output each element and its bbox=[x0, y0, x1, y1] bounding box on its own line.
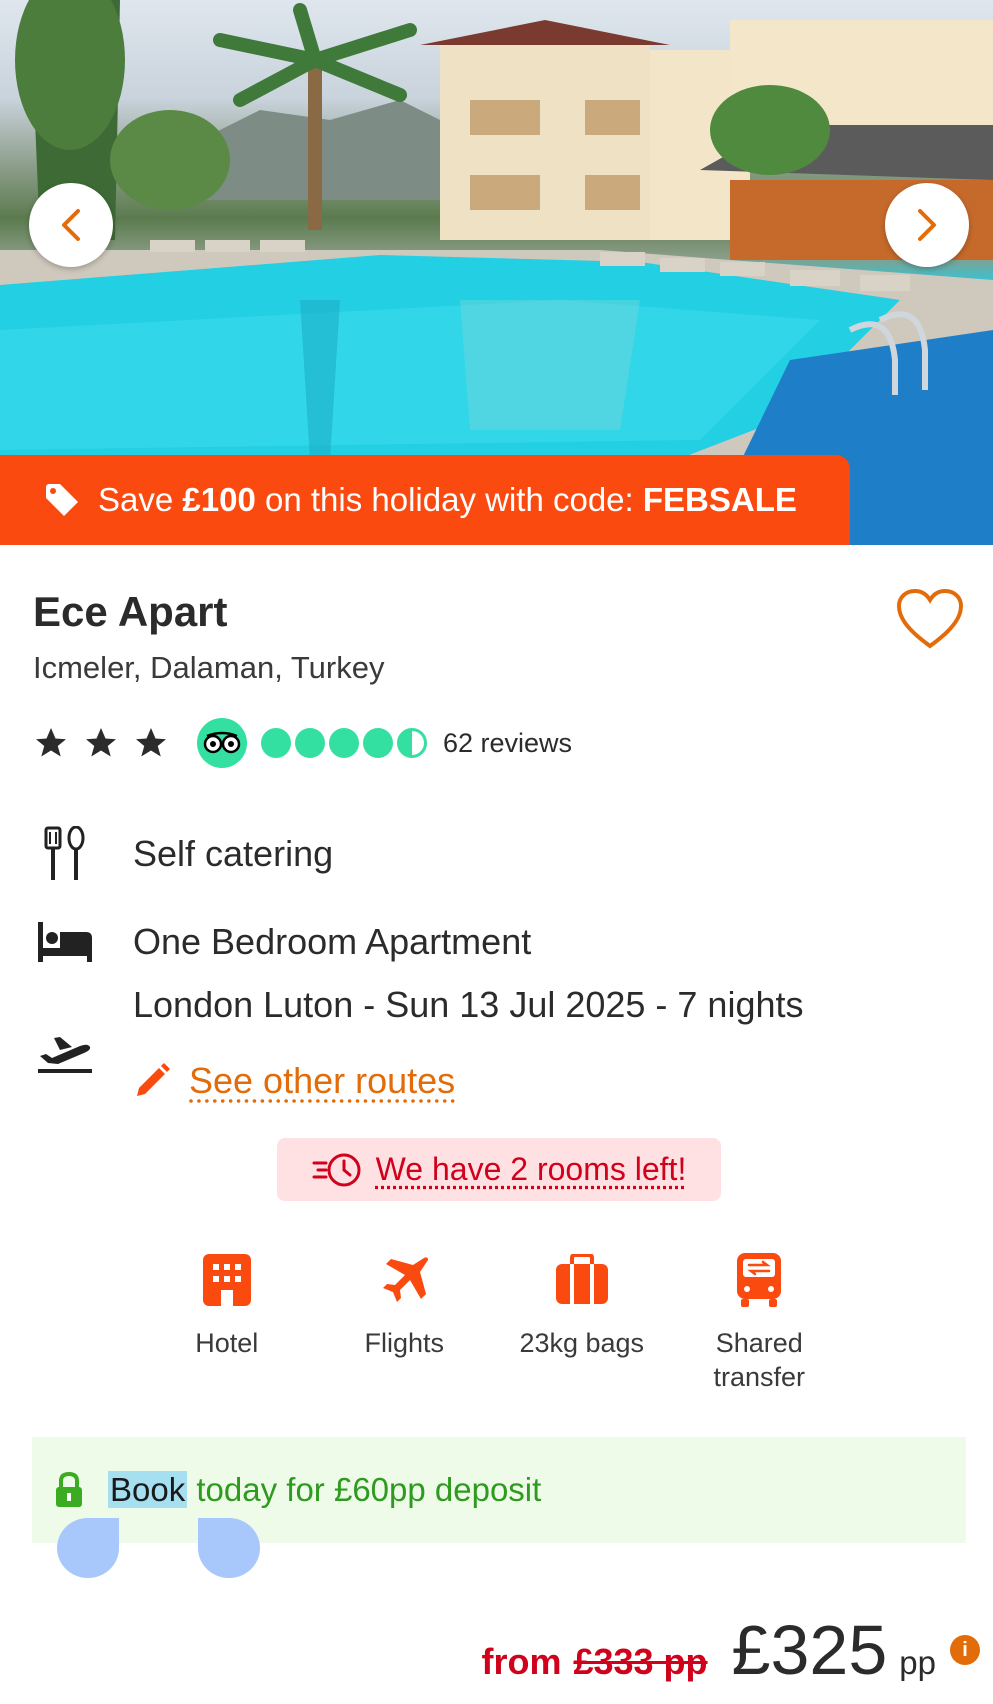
hotel-location: Icmeler, Dalaman, Turkey bbox=[33, 650, 385, 685]
chevron-right-icon bbox=[918, 209, 936, 241]
star-icon bbox=[36, 728, 66, 757]
rooms-left-text[interactable]: We have 2 rooms left! bbox=[376, 1151, 687, 1188]
info-icon[interactable]: i bbox=[950, 1635, 980, 1665]
next-photo-button[interactable] bbox=[885, 183, 969, 267]
see-other-routes-text[interactable]: See other routes bbox=[189, 1060, 455, 1102]
rooms-left-badge[interactable]: We have 2 rooms left! bbox=[277, 1138, 721, 1201]
see-other-routes-link[interactable]: See other routes bbox=[133, 1060, 455, 1102]
board-basis-row: Self catering bbox=[33, 822, 333, 886]
inclusion-hotel: Hotel bbox=[138, 1250, 316, 1394]
rating-bubble-half bbox=[397, 728, 427, 758]
deposit-banner: Book today for £60pp deposit bbox=[32, 1437, 966, 1543]
rating-bubble bbox=[295, 728, 325, 758]
plane-departure-icon bbox=[33, 1020, 97, 1084]
deposit-text: Book today for £60pp deposit bbox=[108, 1471, 542, 1508]
timer-icon bbox=[312, 1153, 361, 1186]
selection-handle-start[interactable] bbox=[57, 1518, 119, 1578]
promo-code: FEBSALE bbox=[642, 481, 797, 518]
price-tag-icon bbox=[42, 480, 82, 520]
flight-details-text: London Luton - Sun 13 Jul 2025 - 7 night… bbox=[133, 984, 804, 1025]
hotel-icon bbox=[197, 1250, 257, 1310]
plane-icon bbox=[374, 1250, 434, 1310]
room-type-text: One Bedroom Apartment bbox=[133, 921, 532, 962]
inclusion-label: Shared transfer bbox=[713, 1328, 806, 1392]
inclusion-transfer: Shared transfer bbox=[671, 1250, 849, 1394]
inclusion-label: Hotel bbox=[195, 1328, 259, 1358]
luggage-icon bbox=[552, 1250, 612, 1310]
cutlery-icon bbox=[33, 822, 97, 886]
padlock-icon bbox=[56, 1471, 82, 1507]
old-price: £333 pp bbox=[573, 1641, 708, 1682]
current-price: £325 bbox=[731, 1611, 888, 1689]
board-basis-text: Self catering bbox=[133, 833, 334, 874]
rating-bubble bbox=[329, 728, 359, 758]
rating-bubble bbox=[363, 728, 393, 758]
package-inclusions: Hotel Flights 23kg bags Shared transfer bbox=[138, 1250, 848, 1394]
inclusion-flights: Flights bbox=[316, 1250, 494, 1394]
chevron-left-icon bbox=[62, 209, 80, 241]
star-icon bbox=[86, 728, 116, 757]
pencil-icon bbox=[137, 1063, 170, 1096]
inclusion-label: 23kg bags bbox=[519, 1328, 645, 1358]
bed-icon bbox=[33, 910, 97, 974]
rating-row: 62 reviews bbox=[33, 718, 572, 768]
promo-banner: Save £100 on this holiday with code: FEB… bbox=[0, 455, 850, 545]
selected-text[interactable]: Book bbox=[108, 1471, 188, 1508]
promo-amount: £100 bbox=[182, 481, 256, 518]
bus-icon bbox=[729, 1250, 789, 1310]
inclusion-label: Flights bbox=[364, 1328, 445, 1358]
inclusion-bags: 23kg bags bbox=[493, 1250, 671, 1394]
per-person-label: pp bbox=[899, 1644, 936, 1681]
selection-handle-end[interactable] bbox=[198, 1518, 260, 1578]
heart-icon bbox=[896, 588, 964, 649]
hotel-name: Ece Apart bbox=[33, 588, 228, 635]
hotel-photo: Save £100 on this holiday with code: FEB… bbox=[0, 0, 993, 545]
rating-bubble bbox=[261, 728, 291, 758]
favourite-button[interactable] bbox=[895, 588, 965, 652]
price-row: from £333 pp £325 pp i bbox=[440, 1610, 980, 1690]
tripadvisor-owl-icon bbox=[197, 718, 247, 768]
reviews-count[interactable]: 62 reviews bbox=[443, 728, 572, 759]
flight-row: London Luton - Sun 13 Jul 2025 - 7 night… bbox=[33, 984, 804, 1084]
room-type-row: One Bedroom Apartment bbox=[33, 910, 531, 974]
star-icon bbox=[136, 728, 166, 757]
price-from-label: from bbox=[481, 1641, 562, 1682]
promo-text: Save £100 on this holiday with code: FEB… bbox=[98, 481, 797, 518]
previous-photo-button[interactable] bbox=[29, 183, 113, 267]
